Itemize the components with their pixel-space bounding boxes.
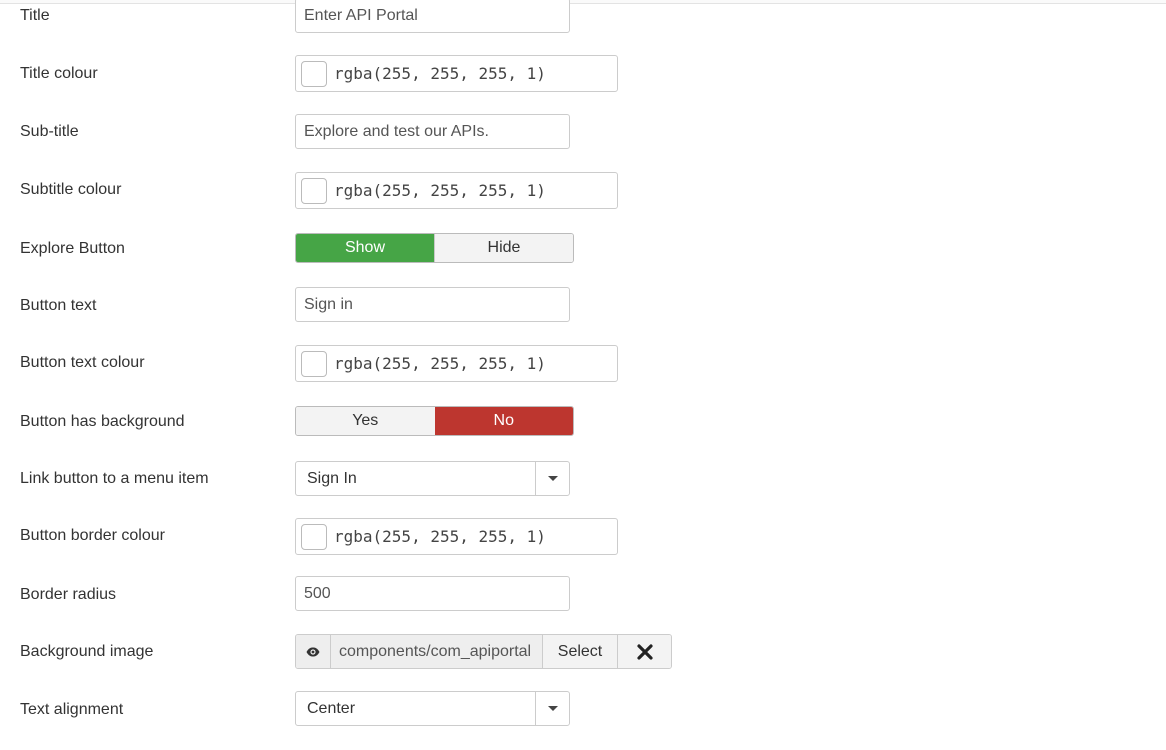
button-has-background-toggle: Yes No <box>295 406 574 436</box>
link-menu-item-label: Link button to a menu item <box>20 470 209 487</box>
show-button[interactable]: Show <box>296 234 434 262</box>
subtitle-colour-field[interactable]: rgba(255, 255, 255, 1) <box>295 172 618 209</box>
no-button[interactable]: No <box>434 407 573 435</box>
select-image-button[interactable]: Select <box>542 635 617 668</box>
button-border-colour-field[interactable]: rgba(255, 255, 255, 1) <box>295 518 618 555</box>
button-text-colour-label: Button text colour <box>20 354 145 371</box>
border-radius-input[interactable]: 500 <box>295 576 570 611</box>
background-image-path[interactable]: components/com_apiportal <box>331 635 542 668</box>
close-icon[interactable] <box>617 635 671 668</box>
chevron-down-icon[interactable] <box>535 462 569 495</box>
button-text-input[interactable]: Sign in <box>295 287 570 322</box>
button-has-background-label: Button has background <box>20 413 185 430</box>
background-image-label: Background image <box>20 643 154 660</box>
button-text-colour-field[interactable]: rgba(255, 255, 255, 1) <box>295 345 618 382</box>
background-image-field: components/com_apiportal Select <box>295 634 672 669</box>
text-alignment-label: Text alignment <box>20 701 124 718</box>
color-swatch[interactable] <box>301 61 327 87</box>
text-alignment-select[interactable]: Center <box>295 691 570 726</box>
color-swatch[interactable] <box>301 524 327 550</box>
color-swatch[interactable] <box>301 351 327 377</box>
color-value: rgba(255, 255, 255, 1) <box>334 64 546 83</box>
color-value: rgba(255, 255, 255, 1) <box>334 527 546 546</box>
subtitle-input[interactable]: Explore and test our APIs. <box>295 114 570 149</box>
title-label: Title <box>20 7 50 24</box>
color-value: rgba(255, 255, 255, 1) <box>334 181 546 200</box>
yes-button[interactable]: Yes <box>296 407 435 435</box>
color-value: rgba(255, 255, 255, 1) <box>334 354 546 373</box>
eye-icon[interactable] <box>296 635 331 668</box>
color-swatch[interactable] <box>301 178 327 204</box>
explore-button-toggle: Show Hide <box>295 233 574 263</box>
explore-button-label: Explore Button <box>20 240 125 257</box>
subtitle-colour-label: Subtitle colour <box>20 181 122 198</box>
chevron-down-icon[interactable] <box>535 692 569 725</box>
title-colour-label: Title colour <box>20 65 98 82</box>
subtitle-label: Sub-title <box>20 123 79 140</box>
hide-button[interactable]: Hide <box>434 234 573 262</box>
select-value: Center <box>307 700 356 717</box>
button-text-label: Button text <box>20 297 97 314</box>
top-border <box>0 0 1166 4</box>
link-menu-item-select[interactable]: Sign In <box>295 461 570 496</box>
border-radius-label: Border radius <box>20 586 117 603</box>
select-value: Sign In <box>307 470 357 487</box>
title-input[interactable]: Enter API Portal <box>295 0 570 33</box>
button-border-colour-label: Button border colour <box>20 527 165 544</box>
title-colour-field[interactable]: rgba(255, 255, 255, 1) <box>295 55 618 92</box>
